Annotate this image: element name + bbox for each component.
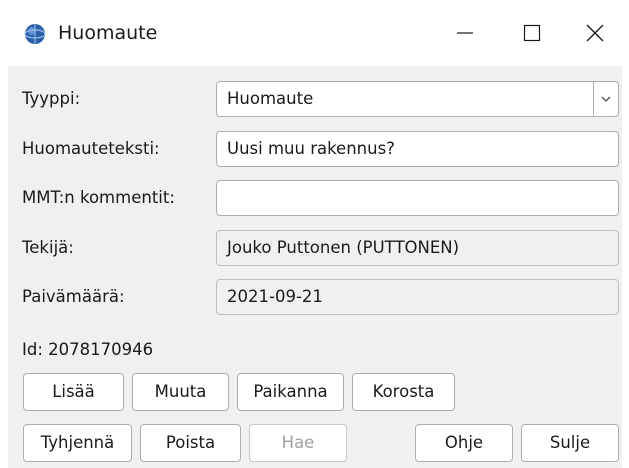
close-button[interactable]: Sulje [521,424,619,462]
help-button[interactable]: Ohje [415,424,513,462]
id-text: Id: 2078170946 [22,340,154,359]
dialog-body: Tyyppi: Huomaute Huomauteteksti: Uusi mu… [8,66,622,468]
delete-button[interactable]: Poista [140,424,241,462]
search-button[interactable]: Hae [249,424,347,462]
chevron-down-icon[interactable] [593,82,618,116]
locate-button[interactable]: Paikanna [237,373,344,411]
comments-label: MMT:n kommentit: [22,188,175,207]
maximize-icon [523,24,541,42]
clear-button[interactable]: Tyhjennä [23,424,132,462]
type-value: Huomaute [227,89,314,108]
dialog-window: Huomaute Tyyppi: Huomaute Huomauteteksti… [0,0,629,468]
note-label: Huomauteteksti: [22,139,160,158]
comments-field[interactable] [216,180,619,216]
highlight-button[interactable]: Korosta [352,373,455,411]
type-label: Tyyppi: [22,89,81,108]
title-bar[interactable]: Huomaute [0,0,629,66]
modify-button[interactable]: Muuta [132,373,229,411]
add-button[interactable]: Lisää [23,373,124,411]
note-text-field[interactable]: Uusi muu rakennus? [216,131,619,167]
minimize-button[interactable] [430,8,500,58]
author-field: Jouko Puttonen (PUTTONEN) [216,230,619,266]
type-dropdown[interactable]: Huomaute [216,81,619,117]
globe-icon [24,23,46,45]
window-title: Huomaute [58,22,158,44]
date-label: Paivämäärä: [22,287,125,306]
maximize-button[interactable] [497,8,567,58]
minimize-icon [457,32,473,34]
author-label: Tekijä: [22,238,74,257]
date-field: 2021-09-21 [216,279,619,315]
close-icon [586,24,604,42]
close-window-button[interactable] [560,8,629,58]
